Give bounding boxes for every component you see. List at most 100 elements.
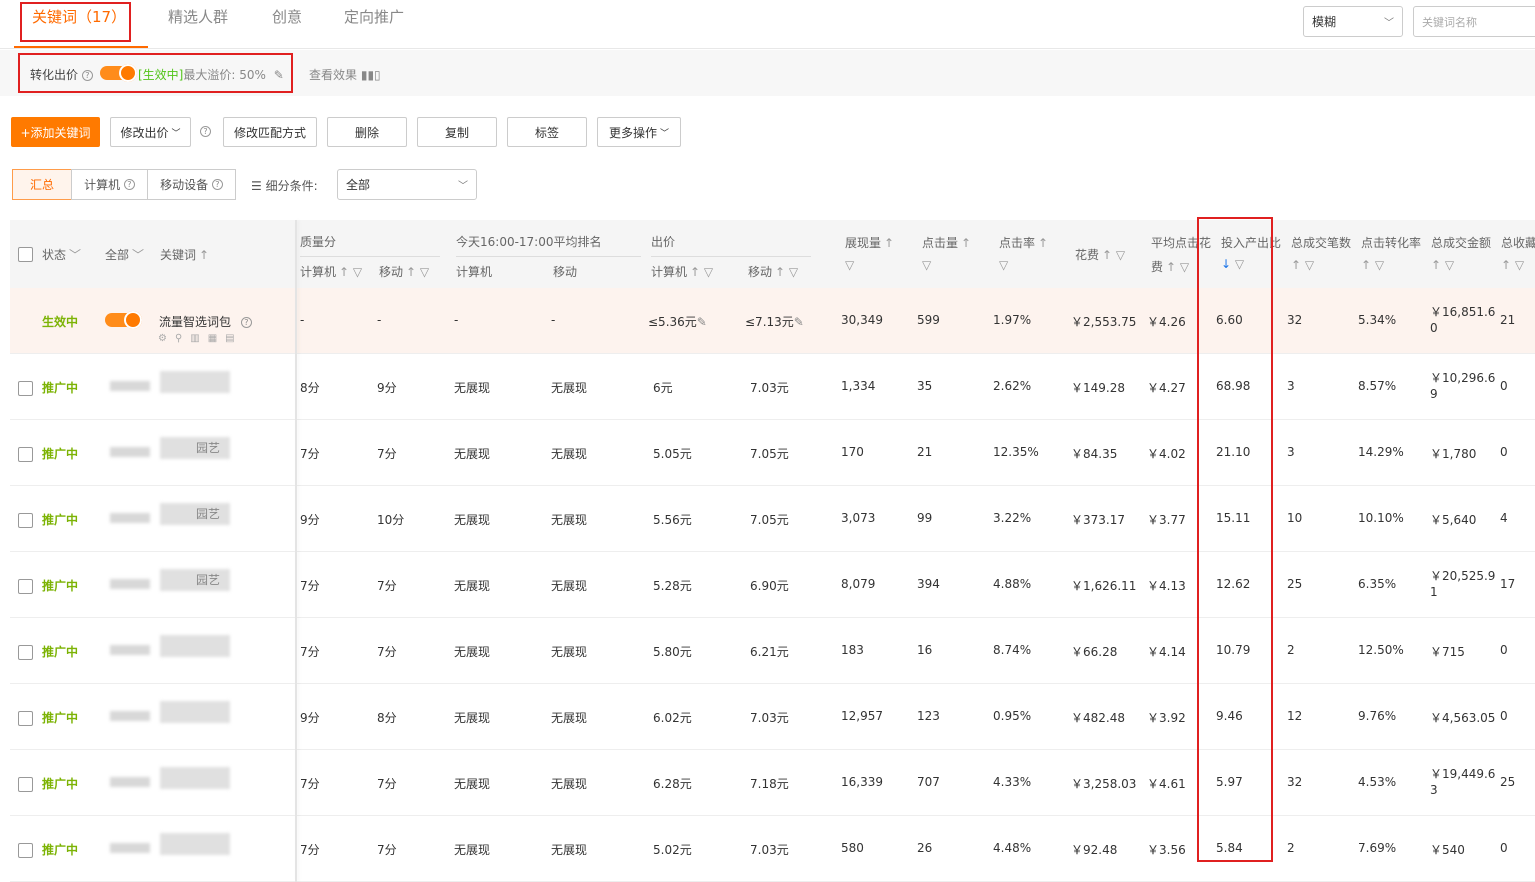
select-all-checkbox[interactable] xyxy=(18,247,33,262)
row-checkbox[interactable] xyxy=(18,447,33,462)
cell-imp: 580 xyxy=(841,841,864,855)
more-actions-button[interactable]: 更多操作 ﹀ xyxy=(597,117,681,147)
sort-filter-icon[interactable]: ↑ ▽ xyxy=(1291,258,1314,272)
pencil-icon[interactable]: ✎ xyxy=(794,315,804,329)
cell-bid-mobile[interactable]: ≤7.13元✎ xyxy=(745,313,804,330)
header-avg-cpc-2[interactable]: 费 ↑ ▽ xyxy=(1151,258,1189,275)
cell-cost: ￥1,626.11 xyxy=(1071,579,1137,593)
conversion-bid-toggle[interactable] xyxy=(100,64,137,82)
tab-creative[interactable]: 创意 xyxy=(272,6,302,27)
pencil-icon[interactable]: ✎ xyxy=(274,68,284,82)
chevron-down-icon: ﹀ xyxy=(458,181,468,192)
cell-gmv: ￥715 xyxy=(1430,645,1465,659)
cell-bid-pc[interactable]: ≤5.36元✎ xyxy=(648,313,707,330)
cell-b_pc: 6.28元 xyxy=(653,777,692,791)
header-impressions[interactable]: 展现量 ↑ xyxy=(845,234,894,251)
header-ctr[interactable]: 点击率 ↑ xyxy=(999,234,1048,251)
cell-r_m: 无展现 xyxy=(551,447,588,461)
keyword-redacted xyxy=(110,513,150,523)
row-checkbox[interactable] xyxy=(18,381,33,396)
row-checkbox[interactable] xyxy=(18,645,33,660)
row-checkbox[interactable] xyxy=(18,513,33,528)
sort-desc-icon[interactable]: ↓ ▽ xyxy=(1221,257,1244,271)
modify-match-button[interactable]: 修改匹配方式 xyxy=(223,117,317,147)
copy-button[interactable]: 复制 xyxy=(417,117,497,147)
filter-select-value: 全部 xyxy=(346,178,371,192)
header-cost[interactable]: 花费 ↑ ▽ xyxy=(1075,246,1125,263)
header-bid: 出价 xyxy=(651,235,676,249)
header-quality-mobile[interactable]: 移动 ↑ ▽ xyxy=(379,263,429,280)
row-checkbox[interactable] xyxy=(18,843,33,858)
keyword-search-input[interactable]: 关键词名称 xyxy=(1413,6,1535,37)
keyword-redacted xyxy=(110,711,150,721)
keyword-redacted xyxy=(160,701,230,723)
cell-r_m: 无展现 xyxy=(551,645,588,659)
keyword-redacted xyxy=(110,645,150,655)
header-bid-pc[interactable]: 计算机 ↑ ▽ xyxy=(651,263,713,280)
header-clicks[interactable]: 点击量 ↑ xyxy=(922,234,971,251)
row-checkbox[interactable] xyxy=(18,777,33,792)
match-type-select[interactable]: 模糊 ﹀ xyxy=(1303,6,1403,37)
tag-button[interactable]: 标签 xyxy=(507,117,587,147)
help-icon[interactable]: ? xyxy=(240,317,252,328)
cell-gmv: ￥19,449.6 3 xyxy=(1430,767,1496,797)
cell-orders: 32 xyxy=(1287,313,1303,327)
header-gmv[interactable]: 总成交金额 xyxy=(1431,234,1491,251)
segment-mobile[interactable]: 移动设备 ? xyxy=(147,169,236,200)
cell-roi: 5.84 xyxy=(1216,841,1243,855)
header-roi[interactable]: 投入产出比 xyxy=(1221,234,1281,251)
row-toggle[interactable] xyxy=(105,311,142,329)
header-quality-pc[interactable]: 计算机 ↑ ▽ xyxy=(300,263,362,280)
header-status[interactable]: 状态 ﹀ xyxy=(42,246,81,263)
header-bid-mobile[interactable]: 移动 ↑ ▽ xyxy=(748,263,798,280)
filter-icon[interactable]: ▽ xyxy=(845,258,854,272)
add-keyword-button[interactable]: +添加关键词 xyxy=(11,117,100,147)
filter-select[interactable]: 全部 ﹀ xyxy=(337,169,477,200)
cell-q_m: 7分 xyxy=(377,579,397,593)
row-checkbox[interactable] xyxy=(18,579,33,594)
cell-cost: ￥66.28 xyxy=(1071,645,1118,659)
cell-fav: 0 xyxy=(1500,709,1508,723)
row-action-icons[interactable]: ⚙⚲▥▦▤ xyxy=(158,333,243,344)
cell-q_pc: 7分 xyxy=(300,843,320,857)
row-status: 推广中 xyxy=(42,645,79,659)
cell-q_pc: 7分 xyxy=(300,579,320,593)
help-icon: ? xyxy=(123,179,135,190)
cell-cpc: ￥4.14 xyxy=(1147,645,1186,659)
cell-cost: ￥482.48 xyxy=(1071,711,1125,725)
tab-targeting[interactable]: 定向推广 xyxy=(344,6,404,27)
cell-roi: 5.97 xyxy=(1216,775,1243,789)
header-favorites[interactable]: 总收藏 xyxy=(1501,234,1535,251)
cell-r_pc: 无展现 xyxy=(454,381,491,395)
tab-keywords[interactable]: 关键词（17） xyxy=(32,6,126,27)
row-status: 推广中 xyxy=(42,447,79,461)
cell-q_pc: 9分 xyxy=(300,513,320,527)
header-all-filter[interactable]: 全部 ﹀ xyxy=(105,246,144,263)
help-icon[interactable]: ? xyxy=(81,70,93,81)
filter-icon[interactable]: ▽ xyxy=(999,258,1008,272)
cell-r_m: 无展现 xyxy=(551,513,588,527)
cell-q_m: 8分 xyxy=(377,711,397,725)
sort-filter-icon[interactable]: ↑ ▽ xyxy=(1431,258,1454,272)
segment-computer[interactable]: 计算机 ? xyxy=(71,169,148,200)
help-icon[interactable]: ? xyxy=(200,126,211,137)
cell-q_m: 7分 xyxy=(377,645,397,659)
sort-filter-icon[interactable]: ↑ ▽ xyxy=(1361,258,1384,272)
header-avg-cpc[interactable]: 平均点击花 xyxy=(1151,234,1211,251)
delete-button[interactable]: 删除 xyxy=(327,117,407,147)
row-checkbox[interactable] xyxy=(18,711,33,726)
cell-gmv: ￥16,851.6 0 xyxy=(1430,305,1496,335)
filter-icon[interactable]: ▽ xyxy=(922,258,931,272)
header-keyword[interactable]: 关键词 ↑ xyxy=(160,246,209,263)
header-orders[interactable]: 总成交笔数 xyxy=(1291,234,1351,251)
segment-summary[interactable]: 汇总 xyxy=(12,169,72,200)
cell-cvr: 10.10% xyxy=(1358,511,1404,525)
modify-bid-button[interactable]: 修改出价 ﹀ xyxy=(110,117,191,147)
cell-clk: 707 xyxy=(917,775,940,789)
header-cvr[interactable]: 点击转化率 xyxy=(1361,234,1421,251)
cell-fav: 0 xyxy=(1500,379,1508,393)
pencil-icon[interactable]: ✎ xyxy=(697,315,707,329)
view-effect-link[interactable]: 查看效果 ▮▮▯ xyxy=(309,66,381,83)
sort-filter-icon[interactable]: ↑ ▽ xyxy=(1501,258,1524,272)
tab-selected-audience[interactable]: 精选人群 xyxy=(168,6,228,27)
